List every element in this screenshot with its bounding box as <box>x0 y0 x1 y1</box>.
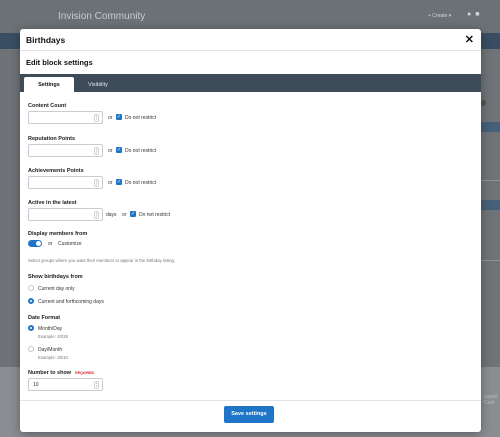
display-members-description: Select groups where you want their membe… <box>28 258 176 263</box>
or-text: or <box>108 115 113 121</box>
day-month-label: Day/Month <box>38 347 63 353</box>
edit-chip[interactable] <box>480 200 500 210</box>
achievements-points-input[interactable]: ▴ ▾ <box>28 176 103 189</box>
display-members-label: Display members from <box>28 231 88 237</box>
modal-title: Birthdays <box>26 35 66 45</box>
active-latest-input[interactable]: ▴ ▾ <box>28 208 103 221</box>
number-to-show-text: Number to show <box>28 370 72 376</box>
month-day-radio[interactable] <box>28 325 34 331</box>
tab-settings[interactable]: Settings <box>24 77 74 92</box>
close-icon[interactable]: ✕ <box>465 33 474 46</box>
day-month-radio[interactable] <box>28 346 34 352</box>
stepper-icon[interactable]: ▴ ▾ <box>94 381 99 389</box>
tab-visibility[interactable]: Visibility <box>78 77 118 92</box>
do-not-restrict-checkbox[interactable]: ✓ <box>116 147 122 153</box>
date-format-label: Date Format <box>28 315 61 321</box>
create-menu[interactable]: + Create ▾ <box>428 13 451 19</box>
or-text: or <box>108 180 113 186</box>
do-not-restrict-checkbox[interactable]: ✓ <box>130 211 136 217</box>
stepper-icon[interactable]: ▴ ▾ <box>94 114 99 122</box>
day-month-example: Example: 25/10 <box>38 355 68 360</box>
number-to-show-value: 10 <box>33 382 39 388</box>
footer-text: ssport Com <box>484 394 498 406</box>
do-not-restrict-checkbox[interactable]: ✓ <box>116 179 122 185</box>
number-to-show-label: Number to show REQUIRED <box>28 370 94 376</box>
content-count-label: Content Count <box>28 103 67 109</box>
header-icons: ●■ <box>467 11 483 18</box>
or-text: or <box>122 212 127 218</box>
bell-icon[interactable]: ● <box>467 11 475 18</box>
birthdays-modal: Birthdays ✕ Edit block settings Settings… <box>20 29 481 432</box>
site-title: Invision Community <box>58 11 146 22</box>
do-not-restrict-label: Do not restrict <box>139 212 171 218</box>
customize-link[interactable]: Customize <box>58 241 82 247</box>
achievements-points-label: Achievements Points <box>28 168 84 174</box>
reputation-points-label: Reputation Points <box>28 136 76 142</box>
edit-block-title: Edit block settings <box>26 58 93 67</box>
edit-chip[interactable] <box>480 122 500 132</box>
modal-header: Birthdays ✕ <box>20 29 481 51</box>
number-to-show-input[interactable]: 10 ▴ ▾ <box>28 378 103 391</box>
current-day-label: Current day only <box>38 286 75 292</box>
or-text: or <box>48 241 53 247</box>
settings-form: Content Count ▴ ▾ or ✓ Do not restrict Re… <box>20 92 481 402</box>
forthcoming-days-label: Current and forthcoming days <box>38 299 104 305</box>
stepper-icon[interactable]: ▴ ▾ <box>94 147 99 155</box>
current-day-radio[interactable] <box>28 285 34 291</box>
save-settings-button[interactable]: Save settings <box>224 406 274 423</box>
stepper-icon[interactable]: ▴ ▾ <box>94 211 99 219</box>
forthcoming-days-radio[interactable] <box>28 298 34 304</box>
do-not-restrict-label: Do not restrict <box>125 180 157 186</box>
month-day-label: Month/Day <box>38 326 63 332</box>
stepper-icon[interactable]: ▴ ▾ <box>94 179 99 187</box>
reputation-points-input[interactable]: ▴ ▾ <box>28 144 103 157</box>
avatar[interactable]: ■ <box>475 11 483 18</box>
do-not-restrict-checkbox[interactable]: ✓ <box>116 114 122 120</box>
month-day-example: Example: 10/25 <box>38 334 68 339</box>
modal-footer: Save settings <box>20 400 481 432</box>
all-groups-toggle[interactable] <box>28 240 42 247</box>
or-text: or <box>108 148 113 154</box>
tab-bar: Settings Visibility <box>20 74 481 92</box>
required-badge: REQUIRED <box>75 371 95 375</box>
active-latest-label: Active in the latest <box>28 200 77 206</box>
days-unit: days <box>106 212 117 218</box>
content-count-input[interactable]: ▴ ▾ <box>28 111 103 124</box>
show-birthdays-label: Show birthdays from <box>28 274 83 280</box>
do-not-restrict-label: Do not restrict <box>125 148 157 154</box>
do-not-restrict-label: Do not restrict <box>125 115 157 121</box>
